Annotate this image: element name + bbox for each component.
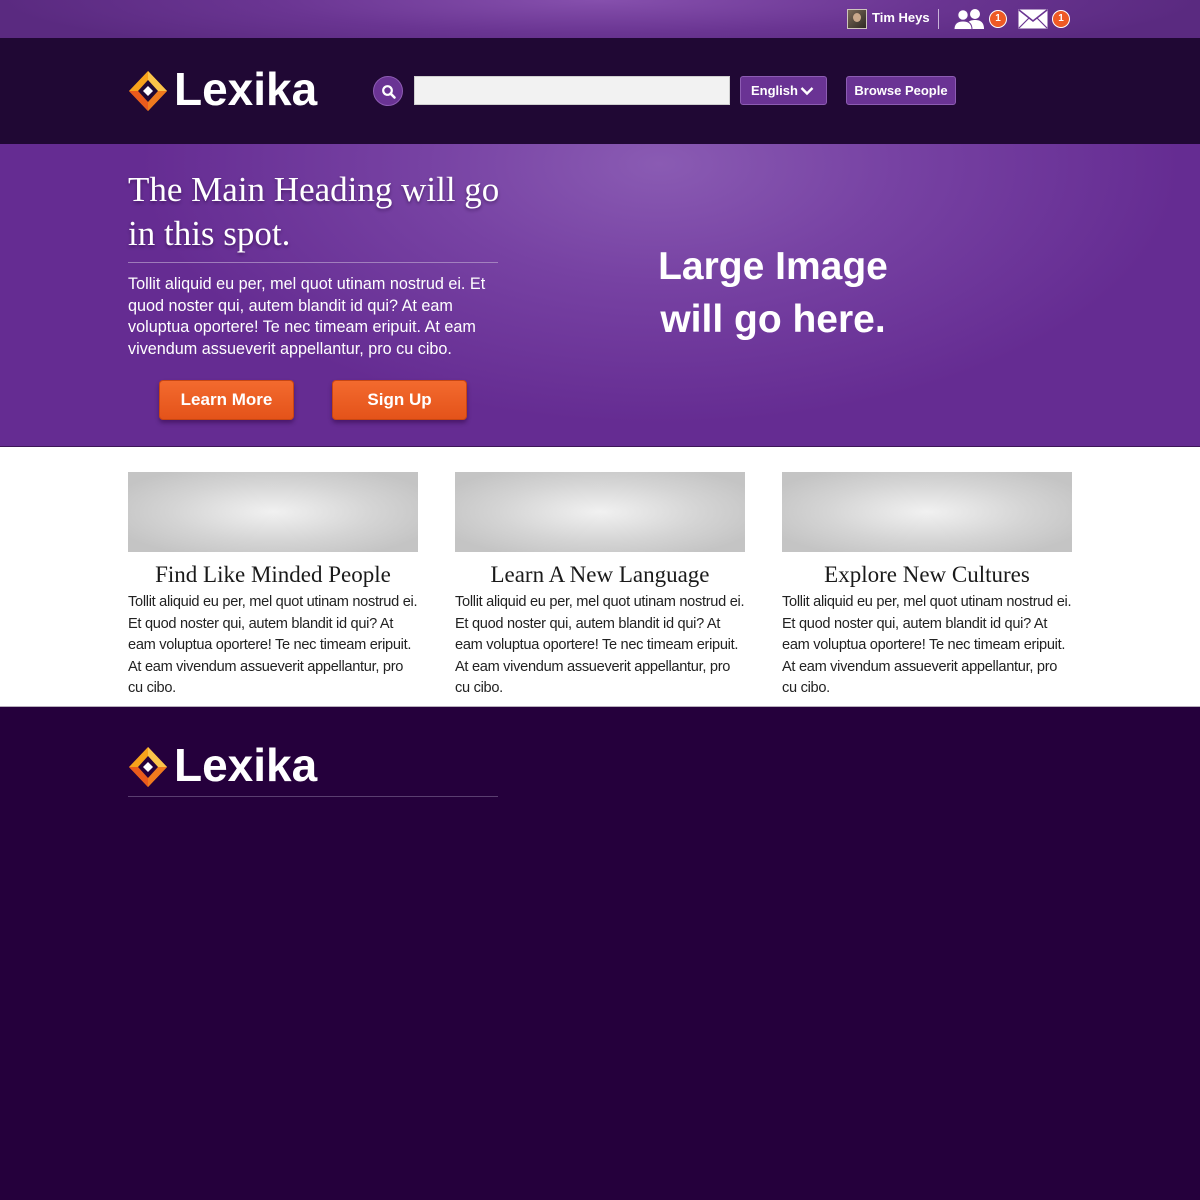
hero-description: Tollit aliquid eu per, mel quot utinam n… [128, 275, 486, 358]
feature-title: Explore New Cultures [824, 562, 1030, 587]
page-title: The Main Heading will go in this spot. [128, 170, 500, 253]
avatar[interactable] [847, 9, 867, 29]
hero-image-text-line2: will go here. [660, 298, 886, 341]
search-button[interactable] [373, 76, 403, 106]
logo-text: Lexika [174, 63, 318, 115]
feature-image-placeholder [782, 472, 1072, 552]
hero-section: The Main Heading will go in this spot. T… [0, 144, 1200, 447]
browse-people-button[interactable]: Browse People [846, 76, 956, 105]
user-bar: Tim Heys 1 1 [0, 0, 1200, 39]
sign-up-button[interactable]: Sign Up [332, 380, 467, 420]
feature-image-placeholder [455, 472, 745, 552]
chevron-down-icon [800, 87, 814, 96]
logo-text: Lexika [174, 739, 318, 791]
hero-divider [128, 262, 498, 263]
feature-card: Learn A New Language Tollit aliquid eu p… [455, 472, 745, 700]
logo-diamond-icon [129, 747, 167, 787]
search-input[interactable] [414, 76, 730, 105]
feature-title: Learn A New Language [490, 562, 710, 587]
mail-icon[interactable] [1018, 9, 1048, 29]
feature-title: Find Like Minded People [155, 562, 391, 587]
feature-image-placeholder [128, 472, 418, 552]
username[interactable]: Tim Heys [872, 9, 930, 27]
site-footer: Lexika [0, 707, 1200, 1200]
footer-divider [128, 796, 498, 797]
feature-description: Tollit aliquid eu per, mel quot utinam n… [455, 594, 745, 697]
friends-icon[interactable] [953, 8, 987, 30]
feature-description: Tollit aliquid eu per, mel quot utinam n… [128, 594, 418, 697]
logo-diamond-icon [129, 71, 167, 111]
feature-card: Find Like Minded People Tollit aliquid e… [128, 472, 418, 700]
learn-more-button[interactable]: Learn More [159, 380, 294, 420]
feature-description: Tollit aliquid eu per, mel quot utinam n… [782, 594, 1072, 697]
language-select[interactable]: English [740, 76, 827, 105]
feature-card: Explore New Cultures Tollit aliquid eu p… [782, 472, 1072, 700]
search-icon [382, 85, 396, 99]
features-section: Find Like Minded People Tollit aliquid e… [0, 447, 1200, 707]
language-label: English [751, 83, 798, 98]
hero-image-text-line1: Large Image [658, 245, 888, 288]
friend-requests-badge[interactable]: 1 [989, 10, 1007, 28]
hero-image-placeholder: Large Image will go here. [560, 240, 986, 346]
divider [938, 9, 939, 29]
messages-badge[interactable]: 1 [1052, 10, 1070, 28]
